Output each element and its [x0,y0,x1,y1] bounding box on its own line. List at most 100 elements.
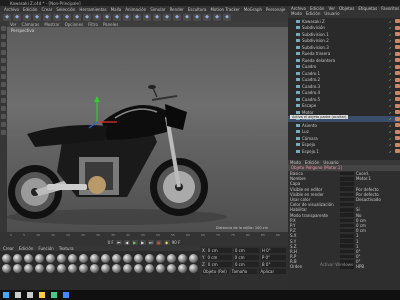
attribute-field[interactable] [340,187,354,191]
material-tag-icon[interactable] [395,123,400,128]
material-swatch[interactable] [57,254,66,263]
move-icon[interactable]: ◆ [33,13,41,21]
material-swatch[interactable] [101,254,110,263]
coord-rotation-field[interactable]: H 0° [260,248,286,253]
attribute-field[interactable] [340,208,354,212]
material-swatch[interactable] [156,254,165,263]
attribute-field[interactable] [340,234,354,238]
attribute-value[interactable]: Desactivado [356,197,386,202]
search-icon[interactable] [15,292,21,298]
task-view-icon[interactable] [27,292,33,298]
render-region-icon[interactable]: ◆ [113,13,121,21]
object-name[interactable]: Subdivision.2 [302,38,387,43]
material-swatch[interactable] [90,254,99,263]
material-tag-icon[interactable] [395,19,400,24]
motorcycle-model[interactable] [7,22,288,232]
visibility-check-icon[interactable]: ✔ [389,111,393,115]
material-swatch[interactable] [57,264,66,273]
visibility-check-icon[interactable]: ✔ [389,143,393,147]
material-swatch[interactable] [123,264,132,273]
left-tool-icon[interactable] [1,106,6,111]
material-swatch[interactable] [101,264,110,273]
material-swatch[interactable] [112,264,121,273]
attribute-value[interactable]: HPB [356,264,386,269]
pen-icon[interactable]: ◆ [153,13,161,21]
om-menu-item[interactable]: Favoritos [381,6,399,11]
frame-start[interactable]: 0 F [108,240,114,245]
attribute-field[interactable] [340,171,354,176]
visibility-check-icon[interactable]: ✔ [389,20,393,24]
material-tag-icon[interactable] [395,116,400,121]
redo-icon[interactable]: ◆ [13,13,21,21]
material-tag-icon[interactable] [395,58,400,63]
menu-item-3[interactable]: Selección [56,7,75,12]
object-name[interactable]: Cuadro.5 [302,97,387,102]
menu-item-12[interactable]: Personaje [266,7,285,12]
material-swatch[interactable] [123,254,132,263]
material-tag-icon[interactable] [395,142,400,147]
left-tool-icon[interactable] [1,114,6,119]
go-start-button[interactable]: ⏮ [115,240,122,245]
attribute-field[interactable] [340,228,354,233]
visibility-check-icon[interactable]: ✔ [389,26,393,30]
material-swatch[interactable] [134,254,143,263]
object-name[interactable]: Escape [302,103,387,108]
material-swatch[interactable] [167,254,176,263]
material-menu-item[interactable]: Textura [59,246,74,251]
menu-item-7[interactable]: Simular [150,7,165,12]
material-swatch[interactable] [13,264,22,273]
material-swatch[interactable] [189,254,198,263]
material-swatch[interactable] [156,264,165,273]
coord-size-field[interactable]: 0 cm [233,255,259,260]
attribute-field[interactable] [340,182,354,186]
left-tool-icon[interactable] [1,34,6,39]
object-name[interactable]: Espejo [302,142,387,147]
left-tool-icon[interactable] [1,66,6,71]
material-swatch[interactable] [145,264,154,273]
material-swatch[interactable] [90,264,99,273]
material-swatch[interactable] [46,254,55,263]
coord-size-mode-select[interactable]: Tamaño [230,269,258,274]
menu-item-5[interactable]: Malla [111,7,122,12]
browser-icon[interactable] [51,292,57,298]
attribute-field[interactable] [340,218,354,223]
perspective-viewport[interactable]: Ver Cámaras Mostrar Opciones Filtro Paneles P… [7,22,288,232]
om-menu2-item[interactable]: Modo [291,11,302,16]
keyframe-button[interactable]: ◆ [163,240,170,245]
material-swatch[interactable] [79,254,88,263]
left-tool-icon[interactable] [1,42,6,47]
coord-position-field[interactable]: 0 cm [206,262,232,267]
menu-item-10[interactable]: Motion Tracker [210,7,239,12]
coord-rotation-field[interactable]: P 0° [260,255,287,260]
record-button[interactable]: ● [155,240,162,245]
menu-item-9[interactable]: Escultura [188,7,207,12]
material-tag-icon[interactable] [395,136,400,141]
attribute-field[interactable] [340,239,354,243]
visibility-check-icon[interactable]: ✔ [389,117,393,121]
coord-mode-select[interactable]: Objeto (Rel) [202,269,229,274]
material-swatch[interactable] [46,264,55,273]
attribute-field[interactable] [340,192,354,197]
cube-icon[interactable]: ◆ [143,13,151,21]
attribute-field[interactable] [340,244,354,248]
coord-icon[interactable]: ◆ [103,13,111,21]
material-swatch[interactable] [68,254,77,263]
floor-icon[interactable]: ◆ [203,13,211,21]
material-swatch[interactable] [112,254,121,263]
object-name[interactable]: Luz [302,129,387,134]
visibility-check-icon[interactable]: ✔ [389,130,393,134]
visibility-check-icon[interactable]: ✔ [389,137,393,141]
menu-item-8[interactable]: Render [170,7,184,12]
material-menu-item[interactable]: Edición [19,246,33,251]
visibility-check-icon[interactable]: ✔ [389,59,393,63]
menu-item-4[interactable]: Herramientas [79,7,106,12]
material-swatch[interactable] [189,264,198,273]
material-swatch[interactable] [2,254,11,263]
subdivision-icon[interactable]: ◆ [163,13,171,21]
left-tool-icon[interactable] [1,82,6,87]
visibility-check-icon[interactable]: ✔ [389,39,393,43]
material-tag-icon[interactable] [395,149,400,154]
object-name[interactable]: Subdivision.3 [302,45,387,50]
frame-end[interactable]: 90 F [172,240,181,245]
go-end-button[interactable]: ⏭ [147,240,154,245]
